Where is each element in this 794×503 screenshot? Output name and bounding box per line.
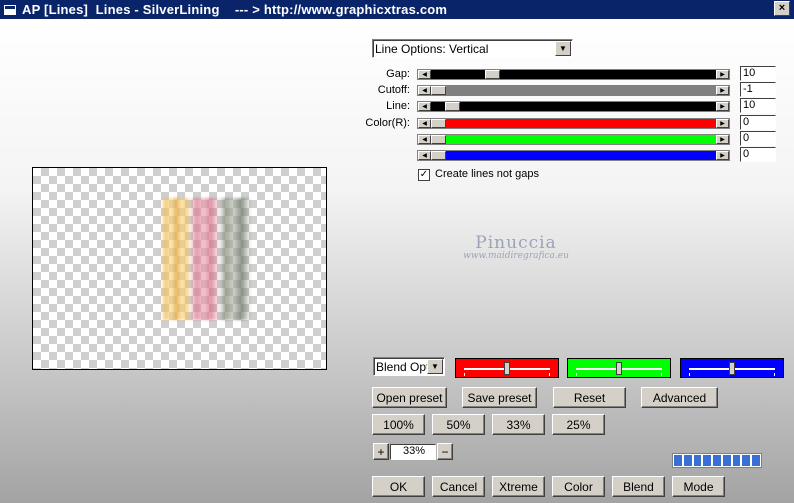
arrow-left-icon[interactable]: ◀ [418,86,431,95]
slider-fill [431,102,716,111]
blend-color-slider[interactable] [567,358,671,378]
slider-knob[interactable] [504,362,510,375]
slider-fill [431,86,716,95]
slider-thumb[interactable] [444,102,460,111]
blend-color-slider[interactable] [455,358,559,378]
slider-label: Color(R): [365,117,410,129]
watermark-name: Pinuccia [475,233,557,253]
create-lines-checkbox[interactable]: ✓ [418,169,430,181]
slider-track[interactable]: ◀ ▶ [417,134,730,145]
save-preset-button[interactable]: Save preset [462,387,537,408]
progress-block [722,455,731,466]
arrow-right-icon[interactable]: ▶ [716,119,729,128]
advanced-button[interactable]: Advanced [641,387,718,408]
xtreme-button[interactable]: Xtreme [492,476,545,497]
zoom-out-button[interactable]: − [437,443,453,460]
line-options-select[interactable]: Line Options: Vertical ▼ [372,39,573,58]
slider-value-field[interactable]: 0 [740,131,776,146]
preview-canvas [32,167,327,370]
progress-block [674,455,682,466]
checkmark-icon: ✓ [419,169,429,180]
arrow-left-icon[interactable]: ◀ [418,102,431,111]
progress-block [693,455,702,466]
blend-color-slider[interactable] [680,358,784,378]
slider-knob[interactable] [616,362,622,375]
slider-track[interactable]: ◀ ▶ [417,85,730,96]
progress-block [742,455,751,466]
slider-track[interactable]: ◀ ▶ [417,69,730,80]
slider-thumb[interactable] [485,70,500,79]
ok-button[interactable]: OK [372,476,425,497]
zoom-100-button[interactable]: 100% [372,414,425,435]
window-title: AP [Lines] Lines - SilverLining --- > ht… [22,2,448,17]
mode-button[interactable]: Mode [672,476,725,497]
blend-options-select[interactable]: Blend Optio ▼ [373,357,445,376]
blend-options-value: Blend Optio [376,359,427,374]
arrow-left-icon[interactable]: ◀ [418,119,431,128]
chevron-down-icon[interactable]: ▼ [427,359,443,374]
slider-label: Line: [386,100,410,112]
progress-block [683,455,692,466]
arrow-left-icon[interactable]: ◀ [418,70,431,79]
slider-label: Gap: [386,68,410,80]
slider-thumb[interactable] [431,135,446,144]
zoom-25-button[interactable]: 25% [552,414,605,435]
cancel-button[interactable]: Cancel [432,476,485,497]
preview-stripe-olive [219,198,251,320]
line-options-value: Line Options: Vertical [375,41,489,56]
title-bar: AP [Lines] Lines - SilverLining --- > ht… [0,0,794,19]
progress-block [703,455,712,466]
slider-thumb[interactable] [431,151,446,160]
slider-value-field[interactable]: 0 [740,147,776,162]
blend-button[interactable]: Blend [612,476,665,497]
color-button[interactable]: Color [552,476,605,497]
close-button[interactable]: × [774,1,790,16]
reset-button[interactable]: Reset [553,387,626,408]
arrow-left-icon[interactable]: ◀ [418,151,431,160]
window-icon[interactable] [4,4,16,15]
slider-thumb[interactable] [431,119,446,128]
slider-value-field[interactable]: 0 [740,115,776,130]
slider-track[interactable]: ◀ ▶ [417,118,730,129]
zoom-33-button[interactable]: 33% [492,414,545,435]
preview-stripe-yellow [161,198,191,320]
slider-fill [431,135,716,144]
arrow-right-icon[interactable]: ▶ [716,151,729,160]
arrow-right-icon[interactable]: ▶ [716,135,729,144]
progress-block [732,455,741,466]
zoom-50-button[interactable]: 50% [432,414,485,435]
slider-fill [431,151,716,160]
zoom-in-button[interactable]: + [373,443,389,460]
progress-block [713,455,721,466]
chevron-down-icon[interactable]: ▼ [555,41,571,56]
arrow-right-icon[interactable]: ▶ [716,86,729,95]
slider-fill [431,70,716,79]
slider-label: Cutoff: [377,84,410,96]
slider-value-field[interactable]: -1 [740,82,776,97]
create-lines-label: Create lines not gaps [435,168,539,180]
slider-knob[interactable] [729,362,735,375]
slider-thumb[interactable] [431,86,446,95]
slider-value-field[interactable]: 10 [740,66,776,81]
slider-value-field[interactable]: 10 [740,98,776,113]
zoom-value-field[interactable]: 33% [390,444,436,460]
arrow-left-icon[interactable]: ◀ [418,135,431,144]
slider-track[interactable]: ◀ ▶ [417,101,730,112]
progress-block [752,455,761,466]
preview-stripe-pink [190,198,220,320]
arrow-right-icon[interactable]: ▶ [716,102,729,111]
watermark-url: www.maidiregrafica.eu [463,251,569,261]
slider-fill [431,119,716,128]
watermark: Pinuccia www.maidiregrafica.eu [451,233,581,261]
arrow-right-icon[interactable]: ▶ [716,70,729,79]
slider-track[interactable]: ◀ ▶ [417,150,730,161]
progress-bar [672,453,762,468]
open-preset-button[interactable]: Open preset [372,387,447,408]
